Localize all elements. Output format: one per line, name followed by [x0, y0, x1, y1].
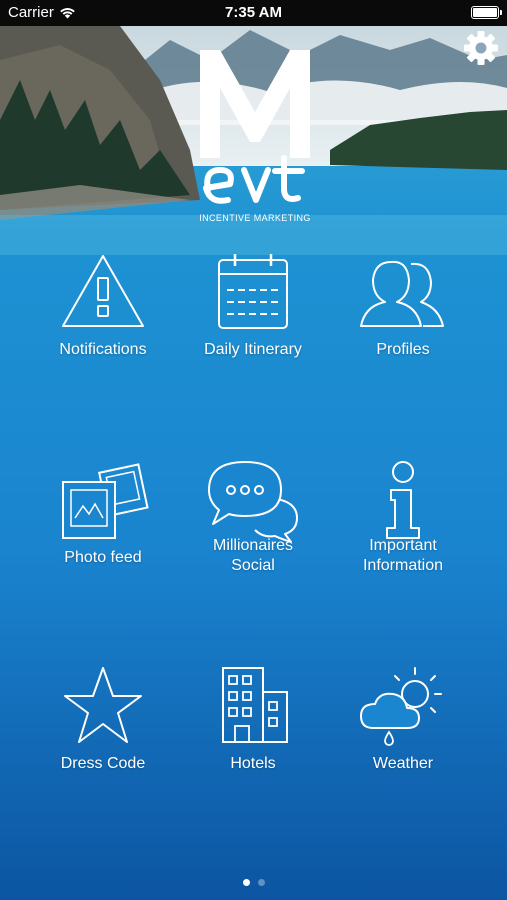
page-indicator[interactable] [0, 879, 507, 886]
tile-label: Notifications [59, 341, 147, 358]
tile-photo-feed[interactable]: Photo feed [28, 458, 178, 568]
tile-label: Hotels [230, 755, 276, 772]
page-dot-1[interactable] [242, 879, 250, 886]
tile-label: Profiles [376, 341, 430, 358]
tile-label: Important Information [362, 537, 444, 574]
status-time: 7:35 AM [225, 4, 282, 21]
tile-weather[interactable]: Weather [328, 664, 478, 774]
gear-icon [464, 31, 498, 65]
calendar-icon [218, 254, 288, 329]
tile-label: Dress Code [60, 755, 146, 772]
brand-logo: INCENTIVE MARKETING [190, 40, 320, 230]
logo-tagline: INCENTIVE MARKETING [199, 213, 311, 223]
tile-dress-code[interactable]: Dress Code [28, 664, 178, 774]
tile-daily-itinerary[interactable]: Daily Itinerary [178, 250, 328, 360]
tile-important-information[interactable]: Important Information [328, 458, 478, 576]
tile-label: Photo feed [64, 549, 142, 566]
warning-icon [62, 255, 144, 327]
tile-millionaires-social[interactable]: Millionaires Social [178, 458, 328, 576]
tile-label: Weather [372, 755, 434, 772]
weather-icon [360, 667, 442, 746]
tile-profiles[interactable]: Profiles [328, 250, 478, 360]
tile-hotels[interactable]: Hotels [178, 664, 328, 774]
status-bar: Carrier 7:35 AM [0, 0, 507, 26]
tile-label: Millionaires Social [212, 537, 294, 574]
logo-mark [200, 50, 310, 204]
photos-icon [62, 463, 149, 539]
settings-button[interactable] [461, 28, 501, 68]
page-dot-2[interactable] [257, 879, 265, 886]
info-icon [386, 461, 420, 539]
star-icon [64, 667, 142, 743]
battery-icon [471, 6, 502, 19]
tile-label: Daily Itinerary [204, 341, 302, 358]
building-icon [222, 667, 288, 743]
people-icon [360, 260, 444, 327]
tile-notifications[interactable]: Notifications [28, 250, 178, 360]
chat-bubbles-icon [208, 461, 298, 542]
